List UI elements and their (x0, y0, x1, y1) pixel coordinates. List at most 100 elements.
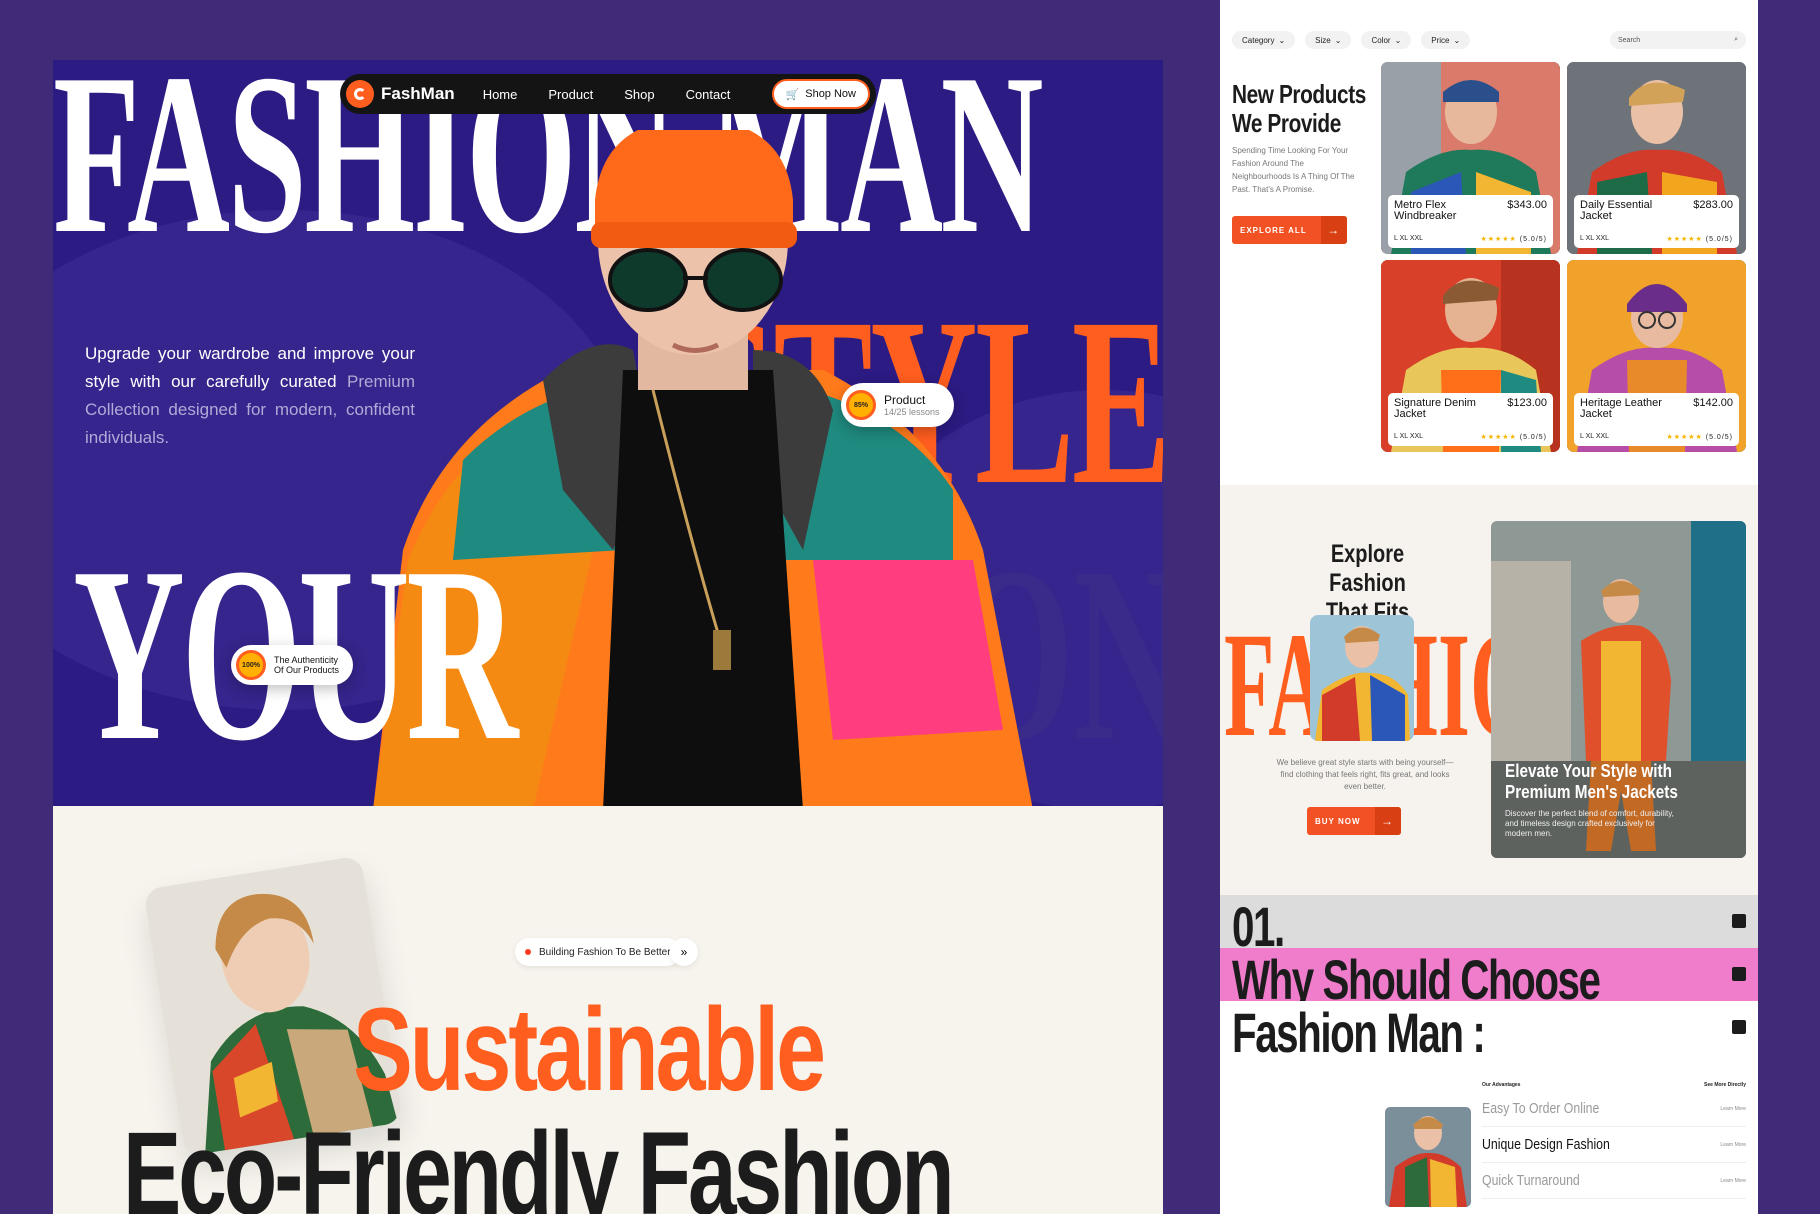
learn-more-link[interactable]: Learn More (1720, 1142, 1746, 1148)
explore-description: We believe great style starts with being… (1276, 758, 1454, 791)
double-chevron-right-icon[interactable]: » (670, 938, 698, 966)
product-price: $123.00 (1507, 397, 1547, 409)
product-progress-pill[interactable]: 85% Product 14/25 lessons (841, 383, 954, 427)
search-input[interactable]: Search ⌕ (1610, 31, 1746, 49)
learn-more-link[interactable]: Learn More (1720, 1106, 1746, 1112)
square-icon (1732, 1020, 1746, 1034)
product-sizes: L XL XXL (1394, 235, 1424, 242)
product-name: Heritage Leather Jacket (1580, 397, 1662, 420)
eco-badge[interactable]: Building Fashion To Be Better (515, 938, 681, 966)
product-rating: (5.0/5) (1705, 236, 1733, 243)
product-sizes: L XL XXL (1580, 433, 1610, 440)
hero-section: FASHION MAN STYLE ON YOUR FashMan Home P… (53, 60, 1163, 806)
pill-title: Product (884, 393, 926, 407)
arrow-right-icon: → (1320, 216, 1347, 244)
why-heading-line-3: Fashion Man : (1232, 1001, 1486, 1064)
product-name: Metro Flex Windbreaker (1394, 199, 1457, 222)
chevron-down-icon: ⌄ (1453, 35, 1461, 45)
filter-category[interactable]: Category ⌄ (1232, 31, 1296, 49)
square-icon (1732, 967, 1746, 981)
chevron-down-icon: ⌄ (1394, 35, 1402, 45)
advantages-col-left: Our Advantages (1482, 1082, 1521, 1088)
explore-section: Explore Fashion That Fits You FASHION We… (1220, 485, 1758, 900)
authenticity-pill[interactable]: 100% The Authenticity Of Our Products (231, 645, 354, 685)
product-price: $343.00 (1507, 199, 1547, 211)
product-sizes: L XL XXL (1580, 235, 1610, 242)
product-card[interactable]: Daily Essential Jacket $283.00 L XL XXL ★★… (1567, 62, 1746, 254)
advantages-thumbnail (1385, 1107, 1471, 1207)
product-info: Heritage Leather Jacket $142.00 L XL XXL ★… (1574, 393, 1739, 446)
why-heading-number: 01. (1232, 895, 1285, 958)
eco-badge-label: Building Fashion To Be Better (539, 946, 671, 958)
brand-name: FashMan (381, 84, 455, 103)
arrow-right-icon: → (1374, 807, 1401, 835)
right-panel: Category ⌄ Size ⌄ Color ⌄ Price ⌄ Search ⌕ N… (1220, 0, 1758, 1214)
hero-description: Upgrade your wardrobe and improve your s… (85, 340, 415, 452)
nav-link-product[interactable]: Product (548, 87, 593, 102)
nav-link-home[interactable]: Home (483, 87, 518, 102)
product-info: Metro Flex Windbreaker $343.00 L XL XXL ★★… (1388, 195, 1553, 248)
status-dot-icon (525, 949, 531, 955)
learn-more-link[interactable]: Learn More (1720, 1178, 1746, 1184)
new-products-description: Spending Time Looking For Your Fashion A… (1232, 146, 1355, 194)
explore-feature-description: Discover the perfect blend of comfort, d… (1505, 809, 1674, 838)
explore-title-line-1: Explore Fashion (1329, 540, 1406, 597)
why-heading-row: 01. (1220, 895, 1758, 955)
new-products-title-line-2: We Provide (1232, 108, 1341, 138)
advantage-item[interactable]: Quick Turnaround Learn More (1482, 1163, 1746, 1199)
advantages-col-right: See More Directly (1704, 1082, 1746, 1088)
product-card[interactable]: Heritage Leather Jacket $142.00 L XL XXL ★… (1567, 260, 1746, 452)
search-icon: ⌕ (1734, 36, 1738, 43)
advantage-item[interactable]: Easy To Order Online Learn More (1482, 1091, 1746, 1127)
explore-thumbnail-image (1310, 615, 1414, 741)
filter-bar: Category ⌄ Size ⌄ Color ⌄ Price ⌄ Search ⌕ (1232, 30, 1746, 50)
product-card[interactable]: Signature Denim Jacket $123.00 L XL XXL ★★… (1381, 260, 1560, 452)
product-price: $283.00 (1693, 199, 1733, 211)
buy-now-button[interactable]: BUY NOW → (1307, 807, 1401, 835)
explore-feature-card[interactable]: Elevate Your Style with Premium Men's Ja… (1491, 521, 1746, 858)
advantage-label: Quick Turnaround (1482, 1172, 1580, 1189)
brand-logo[interactable]: FashMan (346, 80, 455, 108)
authenticity-badge: 100% (236, 650, 266, 680)
main-navbar: FashMan Home Product Shop Contact 🛒 Shop… (340, 74, 876, 114)
square-icon (1732, 914, 1746, 928)
explore-thumbnail (1310, 615, 1414, 741)
product-info: Signature Denim Jacket $123.00 L XL XXL ★★… (1388, 393, 1553, 446)
why-choose-section: 01. Why Should Choose Fashion Man : Our … (1220, 895, 1758, 1214)
rating-stars-icon: ★★★★★ (5.0/5) (1480, 236, 1547, 243)
why-heading-line-2: Why Should Choose (1232, 948, 1601, 1011)
rating-stars-icon: ★★★★★ (5.0/5) (1666, 236, 1733, 243)
filter-color[interactable]: Color ⌄ (1361, 31, 1412, 49)
advantages-thumbnail-image (1385, 1107, 1471, 1207)
pill-subtitle: 14/25 lessons (884, 407, 940, 417)
filter-color-label: Color (1371, 35, 1391, 45)
filter-size[interactable]: Size ⌄ (1305, 31, 1352, 49)
rating-stars-icon: ★★★★★ (5.0/5) (1666, 434, 1733, 441)
shop-now-button[interactable]: 🛒 Shop Now (771, 79, 870, 109)
nav-link-shop[interactable]: Shop (624, 87, 654, 102)
shop-now-label: Shop Now (805, 88, 856, 100)
product-name: Daily Essential Jacket (1580, 199, 1653, 222)
advantages-header: Our Advantages See More Directly (1482, 1082, 1746, 1088)
progress-badge: 85% (846, 390, 876, 420)
eco-headline-eco-friendly: Eco-Friendly Fashion (123, 1108, 955, 1214)
filter-price[interactable]: Price ⌄ (1421, 31, 1471, 49)
product-rating: (5.0/5) (1519, 236, 1547, 243)
filter-category-label: Category (1242, 35, 1275, 45)
explore-feature-title: Elevate Your Style with Premium Men's Ja… (1505, 761, 1678, 802)
advantage-label: Easy To Order Online (1482, 1100, 1600, 1117)
eco-section: Building Fashion To Be Better » Sustaina… (53, 806, 1163, 1214)
product-name: Signature Denim Jacket (1394, 397, 1476, 420)
nav-link-contact[interactable]: Contact (686, 87, 731, 102)
product-info: Daily Essential Jacket $283.00 L XL XXL ★★… (1574, 195, 1739, 248)
filter-price-label: Price (1431, 35, 1450, 45)
product-card[interactable]: Metro Flex Windbreaker $343.00 L XL XXL ★★… (1381, 62, 1560, 254)
advantage-item[interactable]: Unique Design Fashion Learn More (1482, 1127, 1746, 1163)
authenticity-line-2: Of Our Products (274, 665, 340, 675)
product-rating: (5.0/5) (1519, 434, 1547, 441)
explore-feature-image (1491, 521, 1746, 858)
chevron-down-icon: ⌄ (1334, 35, 1342, 45)
cart-icon: 🛒 (785, 88, 800, 101)
explore-all-button[interactable]: EXPLORE ALL → (1232, 216, 1347, 244)
rating-stars-icon: ★★★★★ (5.0/5) (1480, 434, 1547, 441)
